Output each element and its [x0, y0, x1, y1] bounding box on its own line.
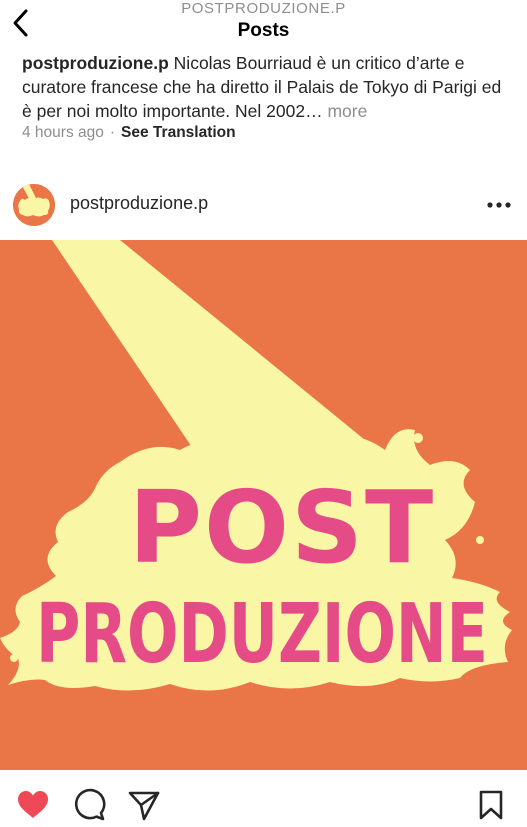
account-name: POSTPRODUZIONE.P	[181, 0, 346, 17]
avatar[interactable]	[13, 184, 55, 226]
post-illustration: POST PRODUZIONE	[0, 240, 527, 770]
caption-username[interactable]: postproduzione.p	[22, 53, 169, 73]
post-header: postproduzione.p	[0, 181, 527, 231]
post-image[interactable]: POST PRODUZIONE	[0, 240, 527, 770]
post-meta: 4 hours ago · See Translation	[22, 124, 236, 142]
save-button[interactable]	[474, 788, 508, 822]
more-horizontal-icon	[487, 202, 511, 208]
comment-icon	[74, 788, 106, 821]
more-options-button[interactable]	[482, 193, 516, 217]
post-caption: postproduzione.p Nicolas Bourriaud è un …	[22, 51, 512, 123]
bookmark-icon	[479, 790, 503, 820]
meta-separator: ·	[109, 124, 116, 141]
image-text-produzione: PRODUZIONE	[36, 587, 488, 682]
see-translation-link[interactable]: See Translation	[121, 124, 236, 141]
page-title: Posts	[237, 20, 290, 41]
top-nav-bar: POSTPRODUZIONE.P Posts	[0, 0, 527, 46]
paper-plane-icon	[128, 791, 160, 821]
avatar-logo	[13, 184, 55, 226]
like-button[interactable]	[16, 788, 50, 822]
share-button[interactable]	[127, 788, 161, 822]
post-action-bar	[0, 780, 527, 826]
caption-more-link[interactable]: more	[327, 101, 367, 121]
heart-filled-icon	[18, 791, 48, 818]
comment-button[interactable]	[72, 788, 106, 822]
post-timestamp: 4 hours ago	[22, 124, 104, 141]
post-username[interactable]: postproduzione.p	[70, 193, 208, 214]
image-text-post: POST	[129, 469, 436, 586]
